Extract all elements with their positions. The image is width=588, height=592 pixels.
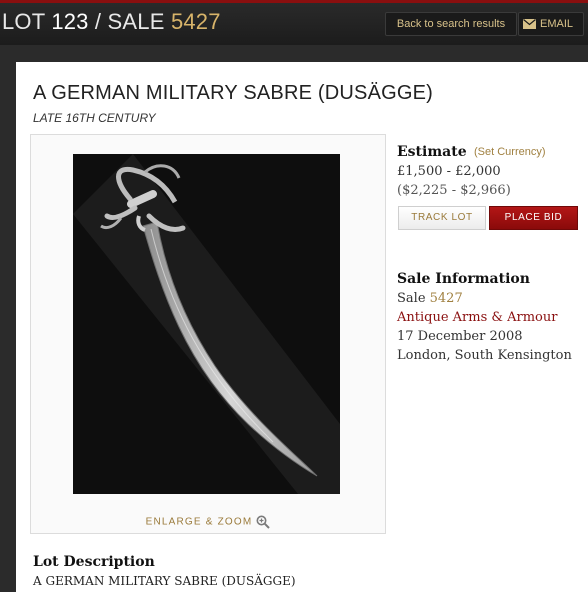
set-currency-link[interactable]: (Set Currency) — [474, 146, 546, 158]
estimate-label: Estimate — [397, 144, 467, 160]
sale-number-line: Sale 5427 — [397, 291, 463, 306]
lot-description-label: Lot Description — [33, 554, 155, 570]
track-lot-button[interactable]: TRACK LOT — [398, 206, 486, 230]
lot-sale-heading: LOT 123 / SALE 5427 — [2, 9, 221, 35]
lot-number: 123 — [51, 9, 89, 34]
sabre-illustration — [73, 154, 340, 494]
sabre-image[interactable] — [73, 154, 340, 494]
email-button[interactable]: EMAIL — [518, 12, 584, 36]
magnifier-icon — [256, 515, 271, 529]
sale-information-label: Sale Information — [397, 271, 530, 287]
lot-description-text: A GERMAN MILITARY SABRE (DUSÄGGE) — [33, 574, 296, 588]
estimate-gbp: £1,500 - £2,000 — [397, 164, 501, 179]
back-to-search-button[interactable]: Back to search results — [385, 12, 517, 36]
sale-prefix: Sale — [397, 291, 430, 306]
email-label: EMAIL — [540, 18, 574, 30]
page-header: LOT 123 / SALE 5427 Back to search resul… — [0, 3, 588, 45]
lot-title: A GERMAN MILITARY SABRE (DUSÄGGE) — [33, 82, 434, 104]
place-bid-button[interactable]: PLACE BID — [489, 206, 578, 230]
enlarge-zoom-label: ENLARGE & ZOOM — [145, 516, 253, 528]
sale-date: 17 December 2008 — [397, 329, 523, 344]
sale-number-link[interactable]: 5427 — [430, 291, 463, 306]
lot-image-box: ENLARGE & ZOOM — [30, 134, 386, 534]
sale-name-link[interactable]: Antique Arms & Armour — [397, 310, 557, 325]
envelope-icon — [523, 19, 536, 30]
sale-location: London, South Kensington — [397, 348, 572, 363]
lot-sale-separator: / SALE — [88, 9, 171, 34]
lot-detail-panel: A GERMAN MILITARY SABRE (DUSÄGGE) LATE 1… — [16, 62, 588, 592]
lot-prefix: LOT — [2, 9, 52, 34]
lot-subtitle: LATE 16TH CENTURY — [33, 111, 156, 125]
enlarge-zoom-link[interactable]: ENLARGE & ZOOM — [31, 515, 385, 529]
sale-number: 5427 — [170, 9, 221, 34]
estimate-usd: ($2,225 - $2,966) — [397, 183, 511, 198]
